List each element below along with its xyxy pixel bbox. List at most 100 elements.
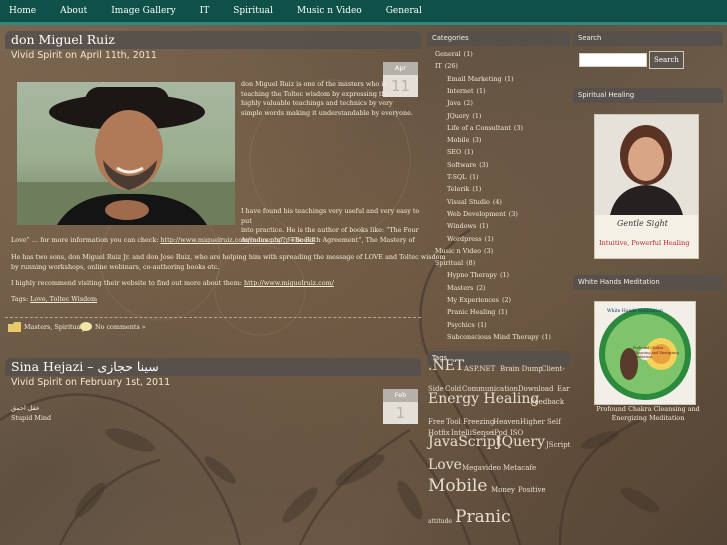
nav-home[interactable]: Home — [0, 6, 36, 16]
tag-link[interactable]: Positive — [518, 486, 546, 494]
tag-link[interactable]: Client- — [541, 365, 565, 373]
tag-link[interactable]: Mobile — [428, 476, 487, 496]
post-intro-line: teaching the Toltec wisdom by expressing… — [241, 89, 390, 98]
tag-link[interactable]: JQuery — [496, 434, 545, 450]
post-categories[interactable]: Masters, Spiritual — [24, 323, 83, 333]
category-item[interactable]: Subconscious Mind Therapy (1) — [447, 333, 551, 342]
category-label: IT — [435, 62, 442, 71]
healing-card[interactable]: Gentle Sight Intuitive, Powerful Healing — [594, 114, 699, 259]
category-item[interactable]: Pranic Healing (1) — [447, 308, 507, 317]
category-item[interactable]: T-SQL (1) — [447, 173, 479, 182]
date-month: Feb — [383, 389, 418, 402]
post-intro: don Miguel Ruiz is one of the masters wh… — [241, 80, 419, 118]
categories-header: Categories — [427, 31, 570, 46]
category-item[interactable]: Mobile (3) — [447, 136, 481, 145]
category-label: Life of a Consultant — [447, 123, 511, 132]
category-count: (1) — [469, 173, 479, 181]
category-item[interactable]: Windows (1) — [447, 222, 488, 231]
cd-disc-title: White Hands Meditation — [607, 309, 663, 314]
category-item[interactable]: Java (2) — [447, 99, 473, 108]
tag-link[interactable]: .NET — [428, 358, 464, 374]
category-item[interactable]: My Experiences (2) — [447, 296, 511, 305]
post-tag-links[interactable]: Love, Toltec Wisdom — [30, 295, 97, 303]
comments-link[interactable]: No comments » — [95, 323, 146, 333]
category-count: (1) — [472, 111, 482, 120]
website-link[interactable]: http://www.miguelruiz.com/ — [244, 279, 334, 287]
post-excerpt: عقل احمق Stupid Mind — [11, 404, 51, 423]
healer-portrait — [595, 115, 698, 215]
category-count: (2) — [463, 99, 473, 108]
category-count: (3) — [508, 209, 518, 218]
top-navigation: Home About Image Gallery IT Spiritual Mu… — [0, 0, 727, 25]
tag-link[interactable]: Megavideo — [462, 464, 501, 472]
category-item[interactable]: Masters (2) — [447, 284, 485, 293]
nav-spiritual[interactable]: Spiritual — [224, 6, 273, 16]
tag-link[interactable]: Feedback — [530, 398, 564, 406]
nav-image-gallery[interactable]: Image Gallery — [102, 6, 175, 16]
nav-it[interactable]: IT — [191, 6, 210, 16]
category-item[interactable]: SEO (1) — [447, 148, 473, 157]
post-title-link[interactable]: don Miguel Ruiz — [11, 32, 115, 47]
category-item[interactable]: Telerik (1) — [447, 185, 481, 194]
category-count: (1) — [477, 320, 487, 329]
books-link[interactable]: http://www.miguelruiz.com/index.php?p=Bo… — [160, 236, 314, 244]
tag-link[interactable]: Higher Self — [520, 418, 561, 426]
tag-link[interactable]: Energy Healing — [428, 391, 539, 407]
healing-card-caption: Intuitive, Powerful Healing — [599, 239, 690, 247]
tag-link[interactable]: ASP.NET — [464, 365, 495, 373]
category-count: (1) — [541, 332, 551, 341]
tag-link[interactable]: Pranic — [455, 507, 511, 527]
category-item[interactable]: Software (3) — [447, 161, 488, 170]
category-count: (3) — [479, 160, 489, 169]
category-item[interactable]: Hypno Therapy (1) — [447, 271, 509, 280]
post-title-link[interactable]: Sina Hejazi – سینا حجازی — [11, 359, 159, 374]
category-item[interactable]: JQuery (1) — [447, 112, 481, 121]
category-item[interactable]: Wordpress (1) — [447, 235, 494, 244]
category-count: (1) — [479, 222, 489, 231]
nav-general[interactable]: General — [377, 6, 422, 16]
post-line: I have found his teachings very useful a… — [241, 207, 420, 225]
category-item[interactable]: Email Marketing (1) — [447, 75, 514, 84]
post-paragraph-2-end: Love” … for more information you can che… — [11, 236, 421, 246]
category-label: Visual Studio — [447, 197, 490, 206]
category-item[interactable]: Spiritual (8) — [435, 259, 475, 268]
category-count: (3) — [472, 136, 482, 145]
category-label: Email Marketing — [447, 74, 502, 83]
category-item[interactable]: Life of a Consultant (3) — [447, 124, 523, 133]
tag-link[interactable]: attitude — [428, 518, 452, 525]
tag-link[interactable]: Heaven — [493, 418, 520, 426]
category-count: (1) — [500, 271, 510, 280]
tag-link[interactable]: JavaScript — [428, 434, 501, 450]
post-paragraph-4: I highly recommend visiting their websit… — [11, 279, 334, 289]
post-intro-line: highly valuable teachings and technics b… — [241, 99, 393, 108]
tag-link[interactable]: Free — [428, 418, 445, 426]
category-item[interactable]: Psychics (1) — [447, 321, 487, 330]
nav-music-n-video[interactable]: Music n Video — [288, 6, 362, 16]
category-item[interactable]: Internet (1) — [447, 87, 486, 96]
category-count: (1) — [463, 50, 473, 58]
category-item[interactable]: General (1) — [435, 50, 473, 59]
tag-link[interactable]: Ear — [557, 385, 570, 393]
tag-link[interactable]: Metacafe — [503, 464, 536, 472]
tag-link[interactable]: JScript — [546, 441, 570, 449]
category-item[interactable]: Visual Studio (4) — [447, 198, 502, 207]
category-count: (3) — [513, 123, 523, 132]
category-label: Internet — [447, 86, 474, 95]
meditation-cd[interactable]: White Hands Meditation Profound Chakra C… — [594, 301, 696, 405]
search-button[interactable]: Search — [649, 51, 684, 69]
category-label: Music n Video — [435, 246, 482, 255]
tag-link[interactable]: Tool — [446, 418, 461, 426]
category-label: Web Development — [447, 209, 506, 218]
post-title-bar: don Miguel Ruiz — [5, 31, 421, 49]
tag-link[interactable]: Love — [428, 457, 462, 473]
category-item[interactable]: Web Development (3) — [447, 210, 518, 219]
category-item[interactable]: Music n Video (3) — [435, 247, 493, 256]
tag-link[interactable]: Money — [491, 486, 515, 494]
tag-link[interactable]: Brain Dump — [500, 365, 543, 373]
post-line: I highly recommend visiting their websit… — [11, 279, 244, 287]
spiritual-healing-header: Spiritual Healing — [573, 88, 723, 103]
tag-link[interactable]: Freezing — [463, 418, 494, 426]
nav-about[interactable]: About — [51, 6, 87, 16]
category-item[interactable]: IT (26) — [435, 62, 458, 71]
search-input[interactable] — [579, 53, 647, 67]
